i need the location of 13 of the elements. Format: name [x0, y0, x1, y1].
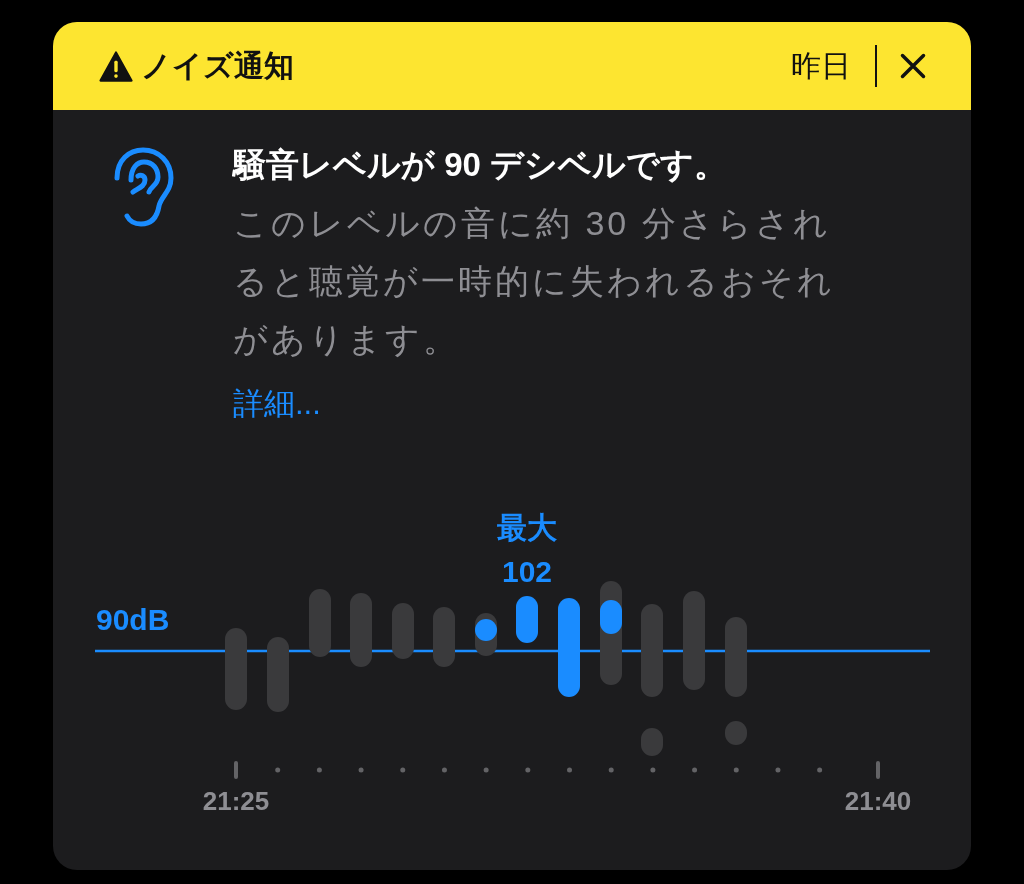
end-time-label: 21:40: [844, 786, 912, 816]
timestamp: 昨日: [791, 47, 851, 84]
details-link[interactable]: 詳細...: [233, 374, 321, 434]
warning-icon: [99, 50, 133, 82]
close-icon: [899, 52, 927, 80]
message-body: このレベルの音に約 30 分さらされると聴覚が一時的に失われるおそれがあります。: [233, 203, 836, 360]
notification-title: ノイズ通知: [141, 47, 295, 84]
close-button[interactable]: [899, 52, 927, 80]
start-time-label: 21:25: [202, 786, 270, 816]
peak-value: 102: [501, 555, 553, 588]
message-title: 騒音レベルが 90 デシベルです。: [233, 145, 729, 185]
threshold-label: 90dB: [96, 603, 170, 636]
peak-label: 最大: [497, 511, 557, 544]
